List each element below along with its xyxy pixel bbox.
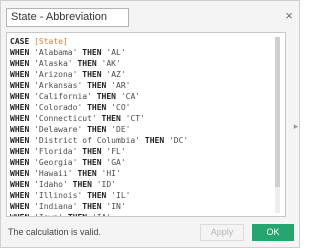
expand-icon[interactable]: ▸	[292, 120, 300, 132]
then-keyword: THEN	[82, 48, 102, 57]
state-name-literal: 'Illinois'	[34, 191, 83, 200]
abbreviation-literal: 'AR'	[111, 81, 131, 90]
field-reference: [State]	[34, 37, 68, 46]
then-keyword: THEN	[96, 92, 116, 101]
abbreviation-literal: 'GA'	[106, 158, 126, 167]
code-line: WHEN 'Illinois' THEN 'IL'	[10, 191, 130, 200]
state-name-literal: 'Florida'	[34, 147, 78, 156]
when-keyword: WHEN	[10, 147, 30, 156]
then-keyword: THEN	[87, 81, 107, 90]
when-keyword: WHEN	[10, 158, 30, 167]
case-keyword: CASE	[10, 37, 30, 46]
then-keyword: THEN	[87, 125, 107, 134]
when-keyword: WHEN	[10, 169, 30, 178]
when-keyword: WHEN	[10, 213, 29, 216]
code-line: WHEN 'Georgia' THEN 'GA'	[10, 158, 126, 167]
abbreviation-literal: 'IN'	[106, 202, 126, 211]
abbreviation-literal: 'AL'	[106, 48, 126, 57]
code-line: WHEN 'Colorado' THEN 'CO'	[10, 103, 130, 112]
state-name-literal: 'Alabama'	[34, 48, 78, 57]
state-name-literal: 'Alaska'	[34, 59, 73, 68]
then-keyword: THEN	[72, 180, 92, 189]
when-keyword: WHEN	[10, 202, 30, 211]
state-name-literal: 'Indiana'	[34, 202, 78, 211]
calculation-dialog: State - Abbreviation × CASE [State] WHEN…	[0, 0, 300, 248]
code-line: WHEN 'Alabama' THEN 'AL'	[10, 48, 126, 57]
state-name-literal: 'Delaware'	[34, 125, 83, 134]
code-line: WHEN 'Hawaii' THEN 'HI'	[10, 169, 121, 178]
code-line: WHEN 'Indiana' THEN 'IN'	[10, 202, 126, 211]
when-keyword: WHEN	[10, 70, 30, 79]
when-keyword: WHEN	[10, 103, 30, 112]
when-keyword: WHEN	[10, 59, 30, 68]
then-keyword: THEN	[82, 147, 102, 156]
when-keyword: WHEN	[10, 114, 30, 123]
code-line: WHEN 'Florida' THEN 'FL'	[10, 147, 126, 156]
abbreviation-literal: 'CA'	[120, 92, 141, 101]
state-name-literal: 'Georgia'	[34, 158, 78, 167]
when-keyword: WHEN	[10, 136, 30, 145]
abbreviation-literal: 'ID'	[96, 180, 116, 189]
ok-button[interactable]: OK	[252, 224, 294, 241]
state-name-literal: 'Hawaii'	[34, 169, 73, 178]
calculation-name-field[interactable]: State - Abbreviation	[6, 8, 129, 27]
code-line: WHEN 'District of Columbia' THEN 'DC'	[10, 136, 188, 145]
when-keyword: WHEN	[10, 92, 30, 101]
when-keyword: WHEN	[10, 125, 30, 134]
scroll-thumb[interactable]	[275, 37, 280, 187]
then-keyword: THEN	[77, 59, 97, 68]
apply-button[interactable]: Apply	[200, 224, 244, 241]
abbreviation-literal: 'CO'	[111, 103, 131, 112]
code-line: WHEN 'Alaska' THEN 'AK'	[10, 59, 121, 68]
formula-editor[interactable]: CASE [State] WHEN 'Alabama' THEN 'AL' WH…	[6, 32, 286, 217]
state-name-literal: 'District of Columbia'	[34, 136, 141, 145]
code-line: WHEN 'Connecticut' THEN 'CT'	[10, 114, 145, 123]
when-keyword: WHEN	[10, 180, 30, 189]
state-name-literal: 'Arkansas'	[34, 81, 83, 90]
state-name-literal: 'Arizona'	[34, 70, 78, 79]
state-name-literal: 'Connecticut'	[34, 114, 97, 123]
then-keyword: THEN	[144, 136, 165, 145]
abbreviation-literal: 'HI'	[101, 169, 121, 178]
then-keyword: THEN	[101, 114, 121, 123]
when-keyword: WHEN	[10, 81, 30, 90]
then-keyword: THEN	[82, 202, 102, 211]
state-name-literal: 'Colorado'	[34, 103, 83, 112]
abbreviation-literal: 'AZ'	[106, 70, 126, 79]
abbreviation-literal: 'IL'	[111, 191, 131, 200]
state-name-literal: 'Iowa'	[34, 213, 63, 216]
code-line: WHEN 'Arizona' THEN 'AZ'	[10, 70, 126, 79]
code-line: WHEN 'California' THEN 'CA'	[10, 92, 140, 101]
then-keyword: THEN	[82, 158, 102, 167]
then-keyword: THEN	[82, 70, 102, 79]
abbreviation-literal: 'DE'	[111, 125, 131, 134]
then-keyword: THEN	[87, 103, 107, 112]
formula-code[interactable]: CASE [State] WHEN 'Alabama' THEN 'AL' WH…	[10, 36, 188, 216]
state-name-literal: 'Idaho'	[34, 180, 68, 189]
abbreviation-literal: 'IA'	[92, 213, 111, 216]
abbreviation-literal: 'CT'	[125, 114, 145, 123]
editor-scrollbar[interactable]	[275, 37, 280, 213]
then-keyword: THEN	[68, 213, 87, 216]
validation-status: The calculation is valid.	[8, 227, 102, 237]
then-keyword: THEN	[77, 169, 97, 178]
when-keyword: WHEN	[10, 191, 30, 200]
abbreviation-literal: 'AK'	[101, 59, 121, 68]
code-line: WHEN 'Idaho' THEN 'ID'	[10, 180, 116, 189]
then-keyword: THEN	[87, 191, 107, 200]
code-line: WHEN 'Arkansas' THEN 'AR'	[10, 81, 130, 90]
when-keyword: WHEN	[10, 48, 30, 57]
close-icon[interactable]: ×	[282, 9, 296, 23]
abbreviation-literal: 'FL'	[106, 147, 126, 156]
abbreviation-literal: 'DC'	[168, 136, 189, 145]
code-line: WHEN 'Delaware' THEN 'DE'	[10, 125, 130, 134]
state-name-literal: 'California'	[34, 92, 92, 101]
code-line: WHEN 'Iowa' THEN 'IA'	[10, 213, 111, 216]
